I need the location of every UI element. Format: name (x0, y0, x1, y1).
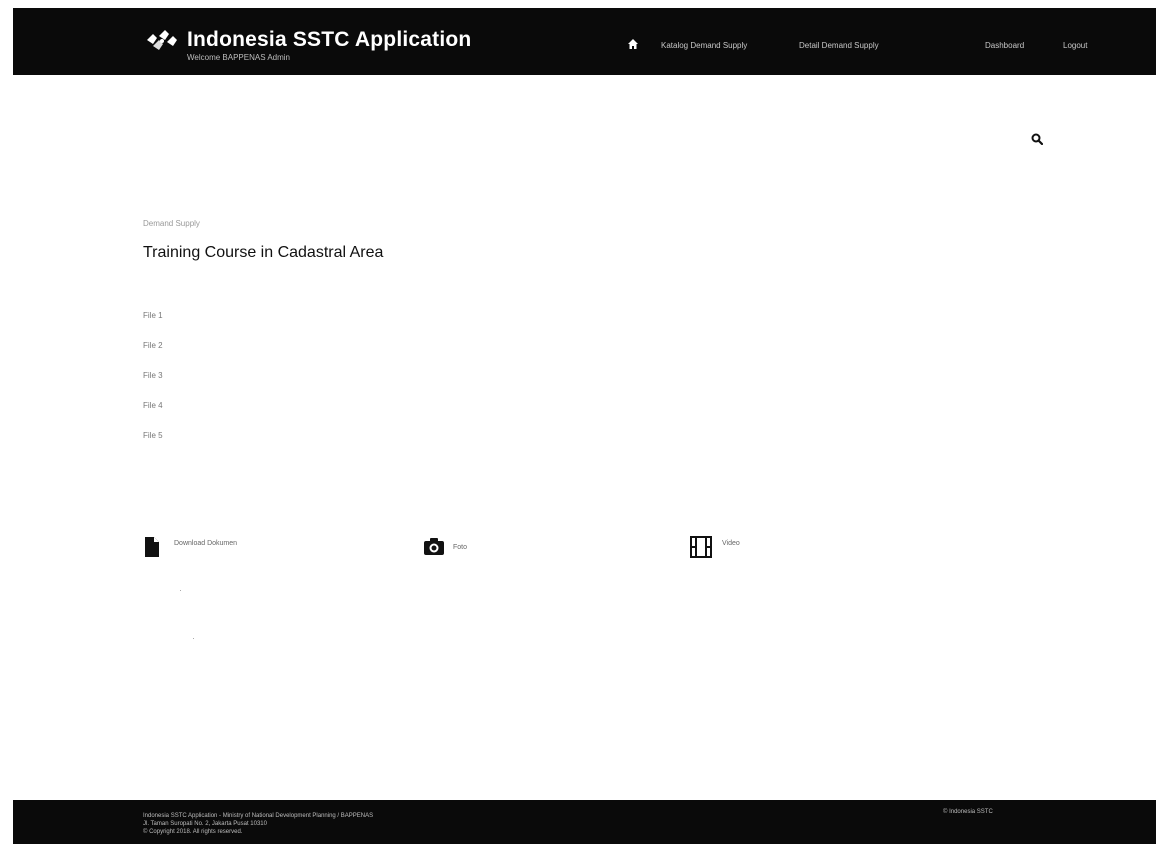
artifact-dot (180, 590, 181, 591)
document-label: Download Dokumen (174, 540, 238, 547)
document-icon (145, 537, 159, 557)
file-link-2[interactable]: File 2 (143, 341, 163, 350)
artifact-dot (193, 638, 194, 639)
nav-link-logout[interactable]: Logout (1063, 41, 1087, 50)
breadcrumb: Demand Supply (143, 219, 200, 228)
video-link[interactable]: Video (690, 536, 760, 562)
file-link-4[interactable]: File 4 (143, 401, 163, 410)
download-document-link[interactable]: Download Dokumen (144, 536, 284, 562)
search-icon[interactable] (1031, 133, 1043, 145)
photo-link[interactable]: Foto (423, 536, 483, 562)
footer: Indonesia SSTC Application - Ministry of… (13, 800, 1156, 844)
page-title: Training Course in Cadastral Area (143, 244, 384, 261)
app-title[interactable]: Indonesia SSTC Application (187, 28, 471, 52)
footer-line-3: © Copyright 2018. All rights reserved. (143, 829, 243, 835)
footer-line-2: Jl. Taman Suropati No. 2, Jakarta Pusat … (143, 821, 267, 827)
footer-copyright: © Indonesia SSTC (943, 809, 993, 815)
file-link-1[interactable]: File 1 (143, 311, 163, 320)
film-icon (690, 536, 712, 558)
nav-link-dashboard[interactable]: Dashboard (985, 41, 1024, 50)
home-icon[interactable] (627, 38, 639, 50)
nav-link-katalog[interactable]: Katalog Demand Supply (661, 41, 747, 50)
brand-logo-icon (147, 30, 177, 50)
file-link-5[interactable]: File 5 (143, 431, 163, 440)
footer-line-1: Indonesia SSTC Application - Ministry of… (143, 813, 374, 819)
welcome-text: Welcome BAPPENAS Admin (187, 53, 291, 62)
video-label: Video (722, 540, 740, 547)
camera-icon (424, 538, 444, 555)
file-link-3[interactable]: File 3 (143, 371, 163, 380)
nav-link-detail[interactable]: Detail Demand Supply (799, 41, 879, 50)
top-navigation-bar: Indonesia SSTC Application Welcome BAPPE… (13, 8, 1156, 75)
photo-label: Foto (453, 544, 468, 551)
